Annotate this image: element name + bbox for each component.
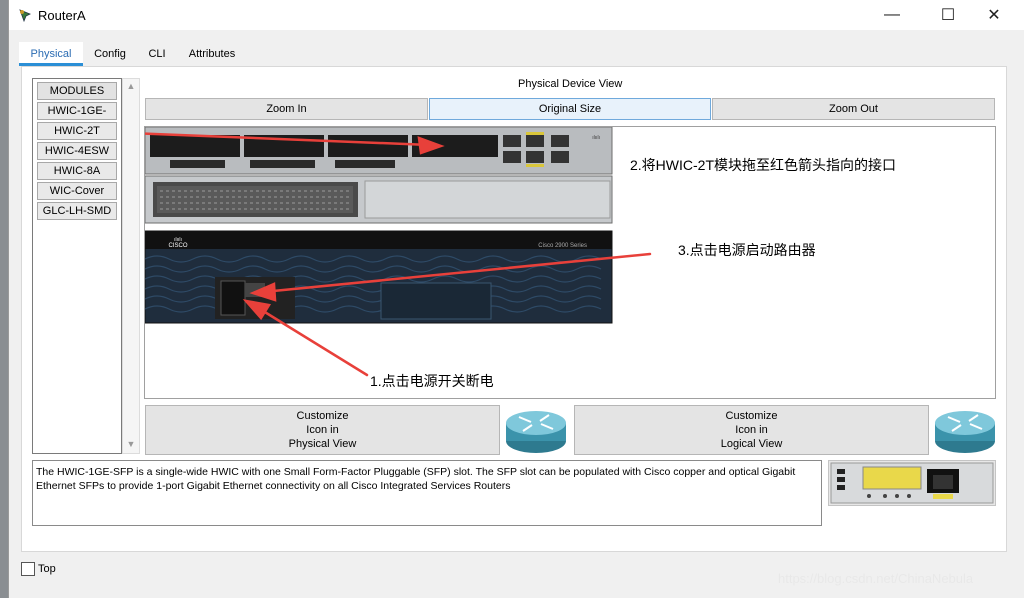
maximize-icon: ☐ [940, 7, 956, 24]
watermark: https://blog.csdn.net/ChinaNebula [778, 571, 974, 586]
top-checkbox[interactable] [21, 562, 35, 576]
scroll-up-icon[interactable]: ▲ [123, 79, 139, 93]
module-hwic-4esw[interactable]: HWIC-4ESW [37, 142, 117, 160]
modules-list: MODULES HWIC-1GE-SFP HWIC-2T HWIC-4ESW H… [32, 78, 122, 454]
hwic-slot-0 [150, 135, 240, 157]
physical-tab-content: MODULES HWIC-1GE-SFP HWIC-2T HWIC-4ESW H… [21, 66, 1007, 552]
module-hwic-2t[interactable]: HWIC-2T [37, 122, 117, 140]
customize-physical-line2: Icon in [306, 424, 339, 436]
module-hwic-1ge-sfp[interactable]: HWIC-1GE-SFP [37, 102, 117, 133]
series-label: Cisco 2900 Series [538, 243, 587, 249]
router-window: RouterA — ☐ ✕ Physical Config CLI Attrib… [8, 0, 1024, 598]
router-logical-icon[interactable] [934, 403, 996, 455]
modules-scrollbar[interactable]: ▲ ▼ [122, 78, 140, 454]
title-bar: RouterA — ☐ ✕ [9, 0, 1024, 30]
customize-physical-icon-button[interactable]: Customize Icon in Physical View [145, 405, 500, 455]
router-app-icon [19, 9, 31, 22]
annotation-step1: 1.点击电源开关断电 [370, 373, 494, 389]
tab-config[interactable]: Config [87, 42, 133, 66]
zoom-out-button[interactable]: Zoom Out [712, 98, 995, 120]
maximize-button[interactable]: ☐ [925, 0, 971, 30]
hwic-slot-2 [328, 135, 408, 157]
customize-logical-icon-button[interactable]: Customize Icon in Logical View [574, 405, 929, 455]
close-button[interactable]: ✕ [971, 0, 1017, 30]
minimize-button[interactable]: — [869, 0, 915, 30]
module-glc-lh-smd[interactable]: GLC-LH-SMD [37, 202, 117, 220]
top-checkbox-label: Top [38, 563, 56, 575]
original-size-button[interactable]: Original Size [429, 98, 711, 120]
customize-physical-line1: Customize [296, 410, 349, 422]
module-wic-cover[interactable]: WIC-Cover [37, 182, 117, 200]
close-icon: ✕ [987, 7, 1001, 24]
zoom-in-button[interactable]: Zoom In [145, 98, 428, 120]
router-physical-icon[interactable] [505, 403, 567, 455]
front-cisco-logo: CISCO [168, 243, 187, 249]
device-view-canvas[interactable]: ılıılı ılıılı CISCO Cisco 2900 Series 2.… [144, 126, 996, 399]
customize-logical-line1: Customize [725, 410, 778, 422]
modules-header: MODULES [37, 82, 117, 100]
tab-attributes[interactable]: Attributes [181, 42, 243, 66]
customize-logical-line3: Logical View [720, 438, 783, 450]
rear-cisco-mark: ılıılı [592, 135, 600, 141]
module-description-text: The HWIC-1GE-SFP is a single-wide HWIC w… [36, 466, 796, 492]
power-switch [220, 280, 246, 316]
tab-physical[interactable]: Physical [19, 42, 83, 66]
annotation-step3: 3.点击电源启动路由器 [678, 242, 816, 258]
module-description-box: The HWIC-1GE-SFP is a single-wide HWIC w… [32, 460, 822, 526]
annotation-step2: 2.将HWIC-2T模块拖至红色箭头指向的接口 [630, 157, 896, 173]
module-hwic-8a[interactable]: HWIC-8A [37, 162, 117, 180]
minimize-icon: — [884, 6, 900, 23]
window-title: RouterA [38, 8, 86, 23]
customize-logical-line2: Icon in [735, 424, 768, 436]
module-preview-image [828, 460, 996, 506]
physical-device-view-title: Physical Device View [518, 78, 623, 90]
customize-physical-line3: Physical View [288, 438, 357, 450]
scroll-down-icon[interactable]: ▼ [123, 437, 139, 451]
tab-cli[interactable]: CLI [137, 42, 177, 66]
